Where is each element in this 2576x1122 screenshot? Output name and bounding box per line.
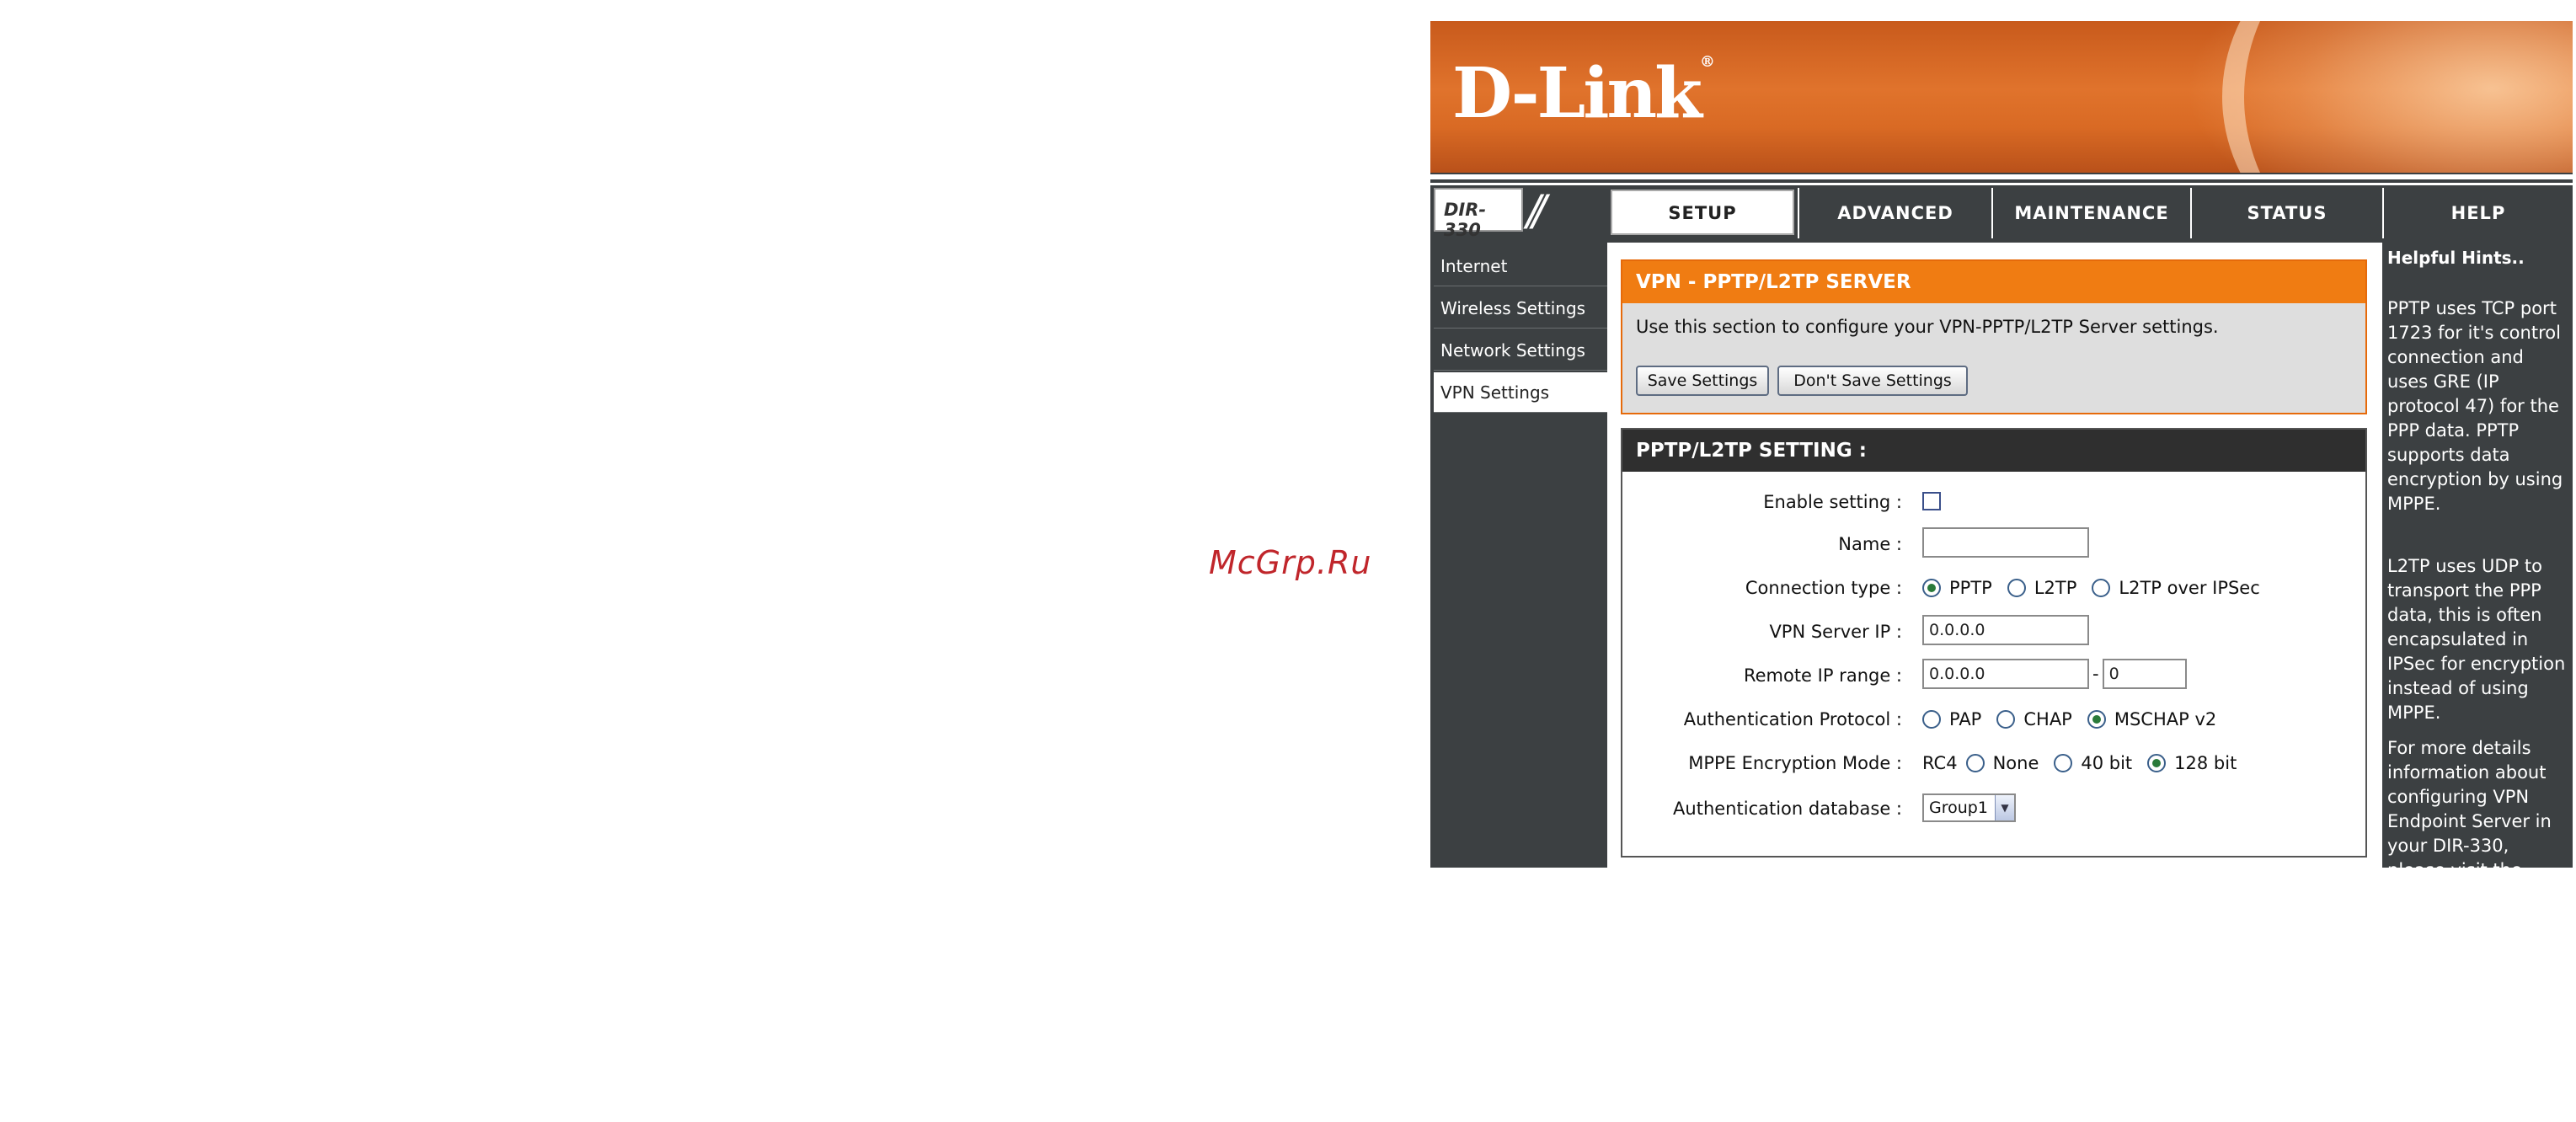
- chevron-down-icon[interactable]: ▼: [1994, 795, 2014, 820]
- tab-status[interactable]: STATUS: [2190, 188, 2382, 238]
- auth-chap-label: CHAP: [2023, 709, 2072, 729]
- auth-mschapv2-radio[interactable]: [2087, 710, 2106, 729]
- enable-setting-checkbox[interactable]: [1922, 492, 1941, 510]
- model-badge: DIR-330: [1434, 188, 1523, 240]
- name-input[interactable]: [1922, 527, 2089, 558]
- save-settings-button[interactable]: Save Settings: [1636, 366, 1769, 396]
- mppe-128bit-label: 128 bit: [2174, 753, 2237, 773]
- sidebar-item-wireless-settings[interactable]: Wireless Settings: [1434, 288, 1607, 329]
- mppe-encryption-mode-label: MPPE Encryption Mode :: [1688, 753, 1902, 773]
- router-admin-window: D-Link® DIR-330 // SETUP ADVANCED MAINTE…: [1430, 21, 2573, 868]
- range-dash: -: [2092, 664, 2099, 684]
- remote-ip-range-label: Remote IP range :: [1743, 665, 1902, 686]
- connection-type-l2tp-ipsec-label: L2TP over IPSec: [2119, 578, 2260, 598]
- mppe-40bit-radio[interactable]: [2054, 754, 2073, 772]
- hint-l2tp: L2TP uses UDP to transport the PPP data,…: [2387, 556, 2566, 723]
- auth-chap-radio[interactable]: [1996, 710, 2016, 729]
- hint-more-details: For more details information about confi…: [2387, 738, 2552, 868]
- auth-mschapv2-label: MSCHAP v2: [2114, 709, 2217, 729]
- remote-ip-start-input[interactable]: 0.0.0.0: [1922, 659, 2089, 689]
- connection-type-l2tp-ipsec-radio[interactable]: [2092, 579, 2111, 597]
- tab-setup[interactable]: SETUP: [1611, 190, 1794, 235]
- mppe-40bit-label: 40 bit: [2081, 753, 2133, 773]
- connection-type-l2tp-label: L2TP: [2034, 578, 2077, 598]
- authentication-database-label: Authentication database :: [1673, 799, 1902, 819]
- sidebar-item-vpn-settings[interactable]: VPN Settings: [1434, 372, 1607, 413]
- helpful-hints-panel: Helpful Hints.. PPTP uses TCP port 1723 …: [2382, 243, 2573, 868]
- connection-type-pptp-radio[interactable]: [1922, 579, 1941, 597]
- vpn-panel-title: VPN - PPTP/L2TP SERVER: [1622, 261, 2365, 303]
- vpn-panel-description: Use this section to configure your VPN-P…: [1636, 317, 2219, 337]
- remote-ip-end-input[interactable]: 0: [2102, 659, 2187, 689]
- sidebar-item-internet[interactable]: Internet: [1434, 246, 1607, 286]
- mppe-none-radio[interactable]: [1965, 754, 1985, 772]
- authentication-protocol-label: Authentication Protocol :: [1683, 709, 1902, 729]
- mppe-rc4-label: RC4: [1922, 753, 1958, 773]
- vpn-server-ip-label: VPN Server IP :: [1769, 622, 1902, 642]
- helpful-hints-title: Helpful Hints..: [2387, 248, 2525, 268]
- sidebar: Internet Wireless Settings Network Setti…: [1430, 243, 1607, 868]
- mppe-128bit-radio[interactable]: [2147, 754, 2167, 772]
- connection-type-l2tp-radio[interactable]: [2007, 579, 2026, 597]
- slash-decoration-icon: //: [1526, 186, 1546, 235]
- main-content: VPN - PPTP/L2TP SERVER Use this section …: [1607, 243, 2382, 868]
- dont-save-settings-button[interactable]: Don't Save Settings: [1777, 366, 1968, 396]
- authentication-database-select[interactable]: Group1 ▼: [1922, 793, 2016, 822]
- hint-pptp: PPTP uses TCP port 1723 for it's control…: [2387, 298, 2563, 514]
- tab-maintenance[interactable]: MAINTENANCE: [1991, 188, 2190, 238]
- header-banner: D-Link®: [1430, 21, 2573, 173]
- tab-help[interactable]: HELP: [2382, 188, 2573, 238]
- settings-panel-title: PPTP/L2TP SETTING :: [1622, 430, 2365, 472]
- authentication-database-value: Group1: [1929, 799, 1988, 817]
- connection-type-pptp-label: PPTP: [1949, 578, 1992, 598]
- mppe-none-label: None: [1992, 753, 2039, 773]
- vpn-server-panel: VPN - PPTP/L2TP SERVER Use this section …: [1621, 259, 2367, 414]
- name-label: Name :: [1838, 534, 1902, 554]
- connection-type-label: Connection type :: [1745, 578, 1902, 598]
- tab-advanced[interactable]: ADVANCED: [1798, 188, 1991, 238]
- vpn-server-ip-input[interactable]: 0.0.0.0: [1922, 615, 2089, 645]
- dlink-logo: D-Link®: [1452, 53, 1715, 134]
- auth-pap-radio[interactable]: [1922, 710, 1941, 729]
- watermark-text: McGrp.Ru: [1209, 544, 1372, 581]
- pptp-l2tp-settings-panel: PPTP/L2TP SETTING : Enable setting : Nam…: [1621, 428, 2367, 858]
- enable-setting-label: Enable setting :: [1763, 492, 1902, 512]
- auth-pap-label: PAP: [1949, 709, 1982, 729]
- sidebar-item-network-settings[interactable]: Network Settings: [1434, 330, 1607, 371]
